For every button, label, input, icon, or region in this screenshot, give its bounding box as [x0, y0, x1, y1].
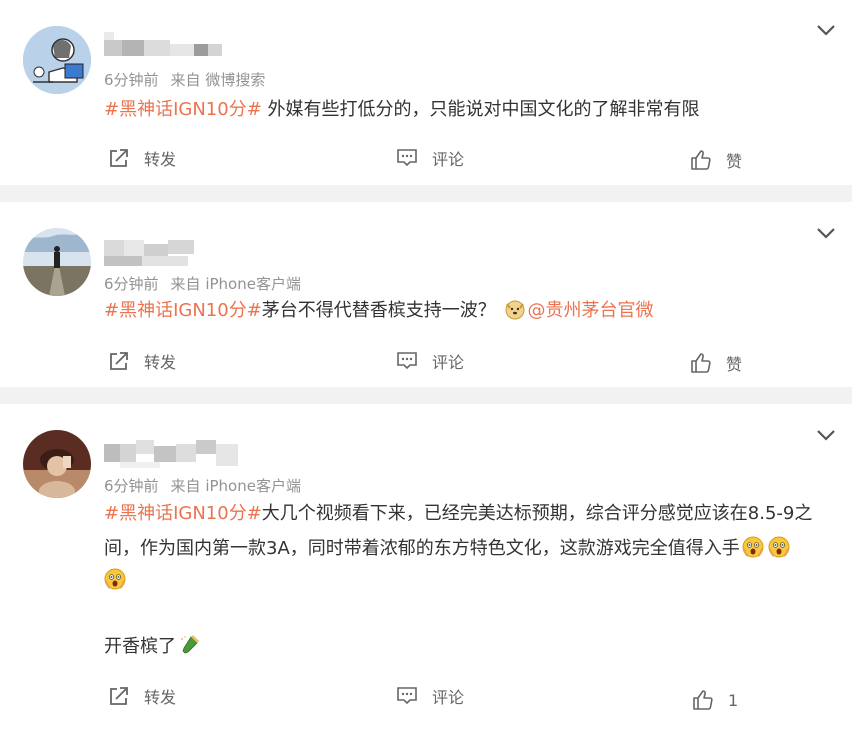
like-button[interactable]: 1 [692, 687, 738, 713]
username-redacted[interactable] [104, 32, 224, 60]
like-label: 赞 [726, 152, 743, 171]
repost-label: 转发 [144, 353, 177, 372]
repost-icon [108, 685, 130, 707]
screaming-face-emoji-icon [742, 536, 764, 558]
topic-link[interactable]: #黑神话IGN10分# [104, 99, 262, 120]
comment-button[interactable]: 评论 [396, 348, 464, 374]
like-button[interactable]: 赞 [690, 147, 742, 173]
post-text-line1: 大几个视频看下来，已经完美达标预期，综合评分感觉应该在8.5-9之 [261, 503, 813, 524]
like-count: 1 [728, 690, 739, 710]
post-content [104, 566, 834, 596]
comment-label: 评论 [432, 150, 465, 169]
post-meta: 6分钟前 来自 微博搜索 [104, 69, 265, 90]
comment-label: 评论 [432, 353, 465, 372]
post-text: 外媒有些打低分的，只能说对中国文化的了解非常有限 [261, 99, 700, 120]
post-content: #黑神话IGN10分#茅台不得代替香槟支持一波？ @贵州茅台官微 [104, 296, 834, 326]
post-meta: 6分钟前 来自 iPhone客户端 [104, 273, 301, 294]
comment-button[interactable]: 评论 [396, 683, 464, 709]
like-label: 赞 [726, 355, 743, 374]
comment-button[interactable]: 评论 [396, 145, 464, 171]
post-time[interactable]: 6分钟前 [104, 275, 159, 293]
post-content: 开香槟了 [104, 632, 834, 662]
champagne-emoji-icon [178, 634, 200, 656]
post-text-line4: 开香槟了 [104, 636, 176, 657]
like-icon [690, 149, 712, 171]
post-meta: 6分钟前 来自 iPhone客户端 [104, 475, 301, 496]
post-content: 间，作为国内第一款3A，同时带着浓郁的东方特色文化，这款游戏完全值得入手 [104, 534, 834, 564]
topic-link[interactable]: #黑神话IGN10分# [104, 503, 262, 524]
repost-label: 转发 [144, 688, 177, 707]
post-source: 来自 iPhone客户端 [170, 275, 301, 293]
post-text: 茅台不得代替香槟支持一波？ [261, 300, 496, 321]
post-time[interactable]: 6分钟前 [104, 71, 159, 89]
post-card: 6分钟前 来自 微博搜索 #黑神话IGN10分# 外媒有些打低分的，只能说对中国文… [0, 0, 852, 185]
post-source: 来自 iPhone客户端 [170, 477, 301, 495]
doge-emoji-icon [504, 298, 526, 320]
chevron-down-icon[interactable] [816, 428, 836, 442]
comment-icon [396, 685, 418, 707]
like-icon [690, 352, 712, 374]
username-redacted[interactable] [104, 440, 240, 468]
like-button[interactable]: 赞 [690, 350, 742, 376]
post-source: 来自 微博搜索 [170, 71, 266, 89]
repost-button[interactable]: 转发 [108, 145, 176, 171]
topic-link[interactable]: #黑神话IGN10分# [104, 300, 262, 321]
avatar[interactable] [23, 26, 91, 94]
post-text-line2: 间，作为国内第一款3A，同时带着浓郁的东方特色文化，这款游戏完全值得入手 [104, 538, 740, 559]
mention-link[interactable]: @贵州茅台官微 [528, 300, 654, 321]
post-time[interactable]: 6分钟前 [104, 477, 159, 495]
comment-icon [396, 147, 418, 169]
post-card: 6分钟前 来自 iPhone客户端 #黑神话IGN10分#大几个视频看下来，已经完… [0, 404, 852, 735]
comment-icon [396, 350, 418, 372]
screaming-face-emoji-icon [768, 536, 790, 558]
comment-label: 评论 [432, 688, 465, 707]
repost-icon [108, 147, 130, 169]
chevron-down-icon[interactable] [816, 226, 836, 240]
chevron-down-icon[interactable] [816, 23, 836, 37]
like-icon [692, 689, 714, 711]
screaming-face-emoji-icon [104, 568, 126, 590]
repost-icon [108, 350, 130, 372]
repost-button[interactable]: 转发 [108, 348, 176, 374]
repost-button[interactable]: 转发 [108, 683, 176, 709]
post-content: #黑神话IGN10分# 外媒有些打低分的，只能说对中国文化的了解非常有限 [104, 95, 834, 125]
post-content: #黑神话IGN10分#大几个视频看下来，已经完美达标预期，综合评分感觉应该在8.… [104, 499, 834, 529]
avatar[interactable] [23, 430, 91, 498]
username-redacted[interactable] [104, 240, 200, 268]
repost-label: 转发 [144, 150, 177, 169]
post-card: 6分钟前 来自 iPhone客户端 #黑神话IGN10分#茅台不得代替香槟支持一波… [0, 202, 852, 387]
avatar[interactable] [23, 228, 91, 296]
